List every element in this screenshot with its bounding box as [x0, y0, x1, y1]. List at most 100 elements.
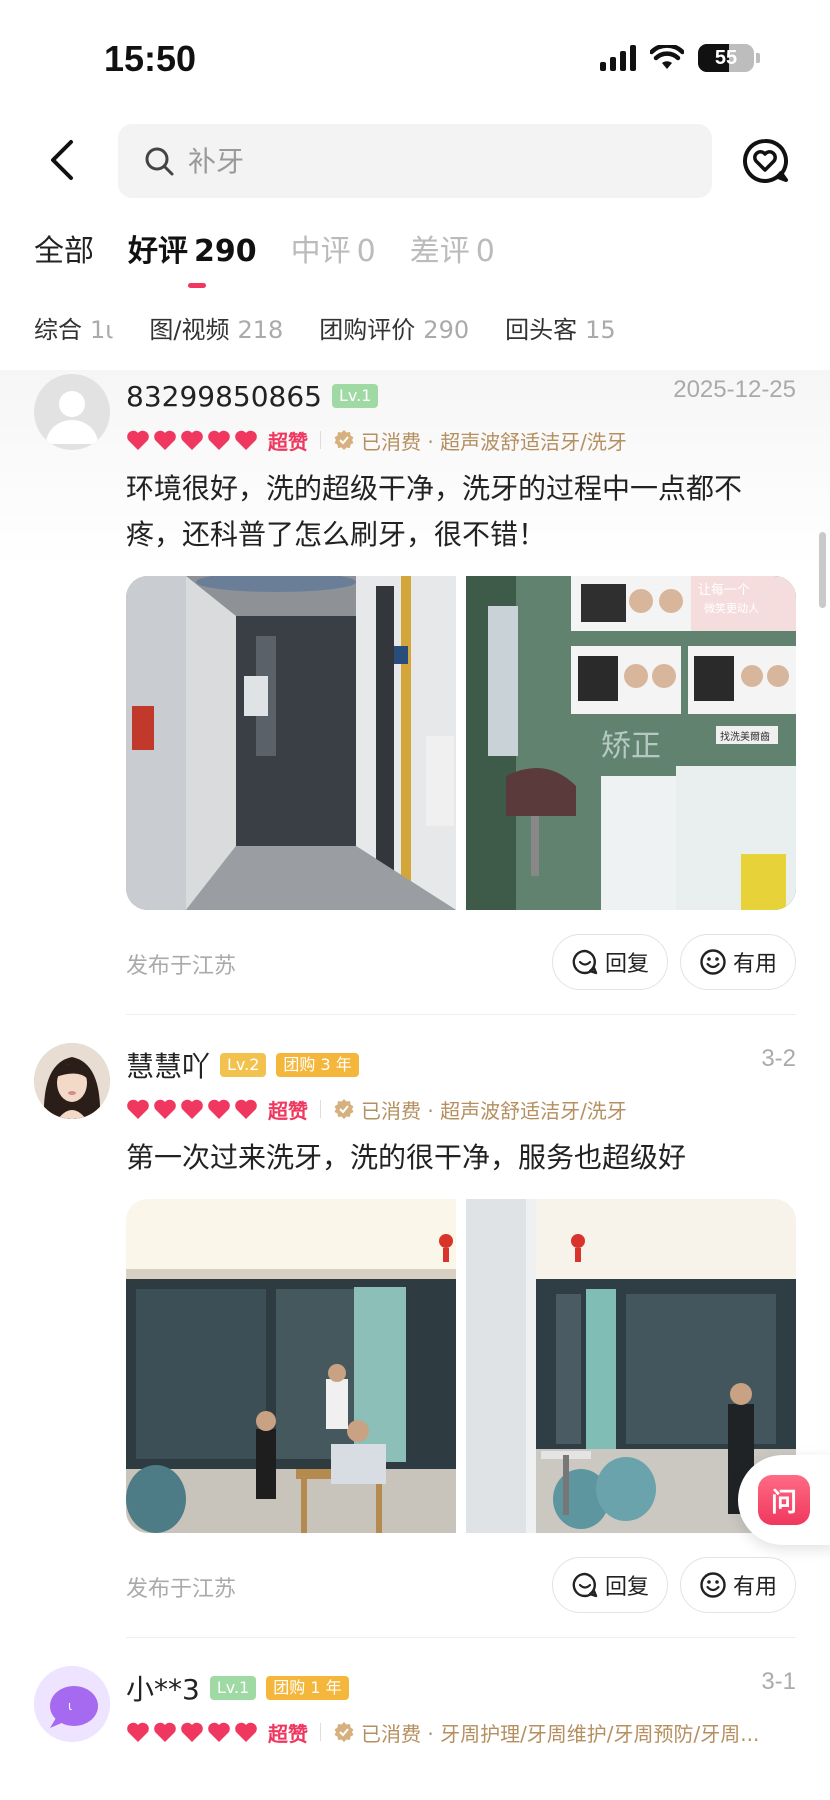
filter-returning[interactable]: 回头客 15	[505, 310, 616, 345]
review-content: 第一次过来洗牙，洗的很干净，服务也超级好	[126, 1141, 687, 1174]
heart-icon	[127, 1099, 149, 1119]
status-time: 15:50	[104, 38, 197, 79]
search-bar[interactable]	[118, 124, 712, 198]
review-actions: 回复 有用	[551, 1557, 796, 1613]
window-small-text: 找洗美爾齒	[720, 730, 770, 743]
level-badge: Lv.1	[331, 384, 379, 408]
tab-good[interactable]: 好评 290	[128, 226, 257, 288]
review-content: 环境很好，洗的超级干净，洗牙的过程中一点都不疼，还科普了怎么刷牙，很不错！	[126, 472, 743, 551]
username[interactable]: 83299850865	[126, 380, 322, 413]
username[interactable]: 慧慧吖	[126, 1045, 210, 1085]
heart-icon	[154, 1722, 176, 1742]
reply-label: 回复	[604, 952, 649, 977]
filter-photo-video[interactable]: 图/视频 218	[149, 310, 283, 345]
tab-bad[interactable]: 差评 0	[410, 226, 495, 270]
heart-icon	[154, 1099, 176, 1119]
verified-badge-icon	[334, 1099, 354, 1119]
heart-icon	[235, 430, 257, 450]
heart-rating	[126, 1721, 258, 1743]
avatar[interactable]	[34, 374, 110, 450]
group-buy-badge: 团购 1 年	[266, 1676, 349, 1700]
poster-subtext: 微笑更动人	[704, 601, 759, 615]
consumed-service[interactable]: 已消费 · 超声波舒适洁牙/洗牙	[361, 426, 627, 455]
review-date: 3-1	[761, 1668, 796, 1695]
heart-rating	[126, 1098, 258, 1120]
heart-icon	[235, 1099, 257, 1119]
ask-question-button[interactable]: 问	[738, 1455, 830, 1545]
rating-label: 超赞	[268, 1721, 308, 1746]
battery-level: 55	[714, 46, 738, 69]
divider	[320, 1723, 321, 1741]
clinic-corridor-photo	[126, 576, 456, 910]
avatar[interactable]	[34, 1043, 110, 1119]
rating-row: 超赞 已消费 · 牙周护理/牙周维护/牙周预防/牙周...	[126, 1712, 796, 1752]
back-button[interactable]	[36, 134, 88, 186]
comment-icon	[572, 1572, 598, 1598]
user-row: 小**3 Lv.1 团购 1 年	[126, 1668, 796, 1708]
clinic-window-photo: 让每一个 微笑更动人 矫正 找洗美爾齒	[466, 576, 796, 910]
review-footer: 发布于江苏 回复 有用	[126, 934, 796, 990]
avatar[interactable]: ι	[34, 1666, 110, 1742]
review-list[interactable]: 2025-12-25 83299850865 Lv.1 超赞 已消费 · 超声波…	[0, 370, 830, 1800]
consumed-service[interactable]: 已消费 · 超声波舒适洁牙/洗牙	[361, 1095, 627, 1124]
review-item: ι 3-1 小**3 Lv.1 团购 1 年 超赞 已消费 · 牙周护理/牙周维…	[0, 1638, 830, 1752]
verified-badge-icon	[334, 1722, 354, 1742]
review-photo[interactable]	[126, 1199, 456, 1533]
useful-button[interactable]: 有用	[679, 1557, 796, 1613]
review-photos	[126, 1199, 796, 1533]
heart-chat-icon	[743, 138, 789, 183]
username[interactable]: 小**3	[126, 1668, 200, 1708]
publish-location: 发布于江苏	[126, 1577, 237, 1602]
heart-icon	[181, 1099, 203, 1119]
review-date: 3-2	[761, 1045, 796, 1072]
search-input[interactable]	[188, 144, 588, 178]
verified-badge-icon	[334, 430, 354, 450]
smile-icon	[700, 949, 726, 975]
battery-cap	[756, 53, 760, 63]
useful-label: 有用	[732, 952, 777, 977]
review-photo[interactable]	[126, 576, 456, 910]
scrollbar[interactable]	[819, 532, 826, 608]
consumed-service[interactable]: 已消费 · 牙周护理/牙周维护/牙周预防/牙周...	[361, 1718, 759, 1747]
poster-text: 让每一个	[698, 582, 750, 598]
filter-group-buy[interactable]: 团购评价 290	[319, 310, 469, 345]
heart-icon	[181, 430, 203, 450]
wifi-icon	[650, 45, 684, 69]
tab-neutral[interactable]: 中评 0	[291, 226, 376, 270]
tab-all[interactable]: 全部	[34, 226, 94, 270]
review-filters: 综合 1ι 图/视频 218 团购评价 290 回头客 15	[34, 310, 616, 345]
reply-label: 回复	[604, 1575, 649, 1600]
heart-icon	[208, 1099, 230, 1119]
ask-icon: 问	[758, 1475, 810, 1525]
level-badge: Lv.2	[220, 1053, 267, 1077]
rating-row: 超赞 已消费 · 超声波舒适洁牙/洗牙	[126, 1089, 796, 1129]
level-badge: Lv.1	[209, 1676, 257, 1700]
status-icons: 55	[600, 44, 760, 72]
window-text: 矫正	[601, 729, 661, 764]
battery-icon: 55	[698, 44, 754, 72]
rating-label: 超赞	[268, 429, 308, 454]
divider	[320, 431, 321, 449]
cellular-signal-icon	[600, 45, 636, 71]
review-photos: 让每一个 微笑更动人 矫正 找洗美爾齒	[126, 576, 796, 910]
heart-icon	[208, 1722, 230, 1742]
default-avatar-icon	[46, 391, 98, 444]
rating-label: 超赞	[268, 1098, 308, 1123]
rating-row: 超赞 已消费 · 超声波舒适洁牙/洗牙	[126, 420, 796, 460]
cartoon-avatar-icon: ι	[34, 1666, 110, 1742]
heart-icon	[127, 1722, 149, 1742]
heart-icon	[181, 1722, 203, 1742]
chat-heart-button[interactable]	[740, 136, 790, 186]
filter-overall[interactable]: 综合 1ι	[34, 310, 113, 345]
status-bar: 15:50 55	[0, 0, 830, 120]
reply-button[interactable]: 回复	[551, 1557, 668, 1613]
review-date: 2025-12-25	[673, 376, 796, 403]
review-item: 2025-12-25 83299850865 Lv.1 超赞 已消费 · 超声波…	[0, 370, 830, 1015]
heart-icon	[208, 430, 230, 450]
search-icon	[145, 147, 174, 176]
rating-tabs: 全部 好评 290 中评 0 差评 0	[34, 226, 495, 288]
divider	[320, 1100, 321, 1118]
useful-button[interactable]: 有用	[679, 934, 796, 990]
reply-button[interactable]: 回复	[551, 934, 668, 990]
review-photo[interactable]: 让每一个 微笑更动人 矫正 找洗美爾齒	[466, 576, 796, 910]
